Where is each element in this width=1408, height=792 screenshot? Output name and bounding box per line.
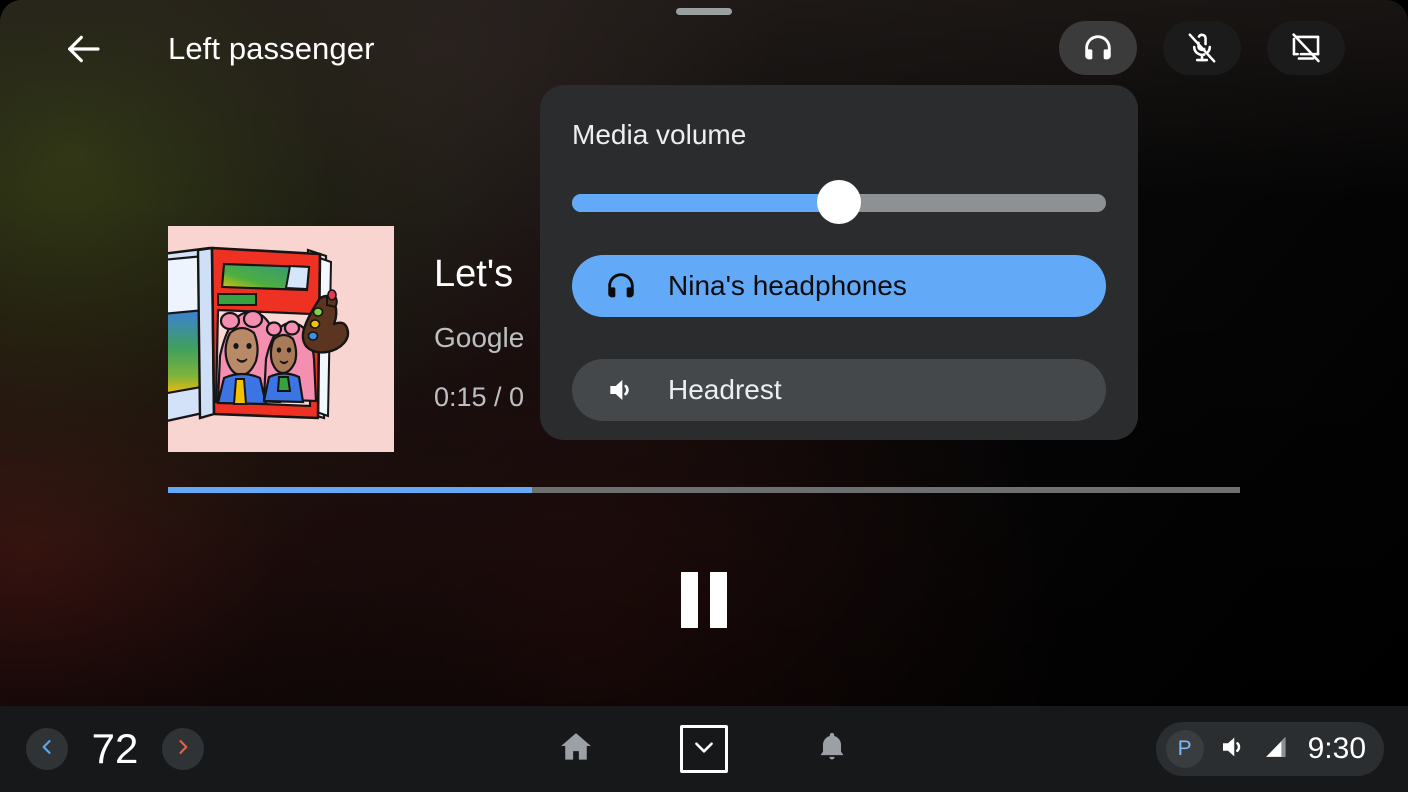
home-icon (557, 728, 595, 771)
output-device-ninas-headphones[interactable]: Nina's headphones (572, 255, 1106, 317)
speaker-volume-icon (1218, 732, 1248, 767)
temperature-control: 72 (26, 723, 204, 775)
chevron-left-icon (37, 737, 57, 762)
home-button[interactable] (548, 721, 604, 777)
mic-off-icon (1185, 31, 1219, 65)
temperature-decrease-button[interactable] (26, 728, 68, 770)
temperature-value: 72 (91, 725, 139, 772)
progress-fill (168, 487, 533, 493)
album-art[interactable] (168, 226, 394, 452)
notifications-button[interactable] (804, 721, 860, 777)
status-cluster[interactable]: P 9:30 (1155, 722, 1384, 776)
mic-off-toggle[interactable] (1163, 21, 1241, 75)
car-media-screen: Left passenger Let's Google 0:15 / 0 Med… (0, 0, 1408, 792)
output-device-label: Nina's headphones (668, 270, 907, 301)
headphones-icon (1081, 31, 1115, 65)
headphones-toggle[interactable] (1059, 21, 1137, 75)
system-bar: 72 P 9:30 (0, 706, 1408, 792)
screen-off-toggle[interactable] (1267, 21, 1345, 75)
pause-button[interactable] (664, 560, 744, 640)
output-device-label: Headrest (668, 374, 782, 405)
back-button[interactable] (54, 20, 112, 78)
popup-title: Media volume (572, 119, 747, 150)
temperature-increase-button[interactable] (162, 728, 204, 770)
chevron-right-icon (173, 737, 193, 762)
screen-off-icon (1289, 31, 1323, 65)
headphones-icon (604, 269, 638, 303)
signal-bars-icon (1262, 733, 1290, 766)
media-volume-slider[interactable] (572, 180, 1106, 224)
volume-slider-fill (572, 194, 839, 212)
top-bar: Left passenger (0, 0, 1408, 96)
app-grid-collapse-button[interactable] (680, 725, 728, 773)
output-device-headrest[interactable]: Headrest (572, 359, 1106, 421)
arrow-left-icon (63, 29, 103, 69)
gear-indicator: P (1165, 730, 1204, 768)
volume-slider-thumb[interactable] (817, 180, 861, 224)
media-volume-popup: Media volume Nina's headphones Headrest (540, 85, 1138, 440)
playback-progress-bar[interactable] (168, 487, 1240, 493)
clock: 9:30 (1307, 732, 1366, 765)
media-app-surface: Left passenger Let's Google 0:15 / 0 Med… (0, 0, 1408, 706)
pause-icon (681, 572, 727, 628)
chevron-down-icon (691, 734, 717, 765)
bell-icon (814, 729, 850, 770)
speaker-volume-icon (604, 373, 638, 407)
page-title: Left passenger (168, 31, 375, 66)
